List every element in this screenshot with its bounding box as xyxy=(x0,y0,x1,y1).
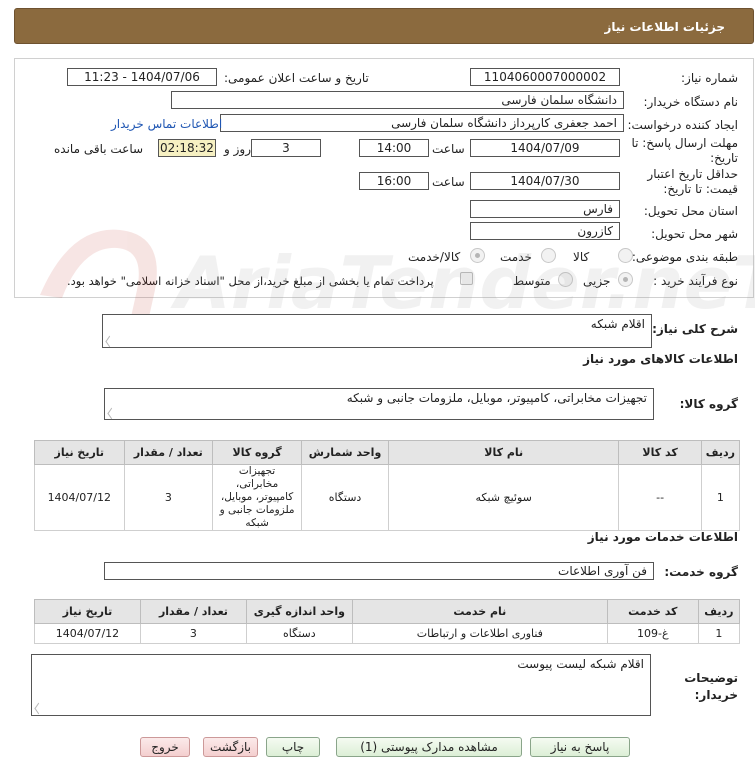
goods-col-qty: تعداد / مقدار xyxy=(123,440,214,465)
goods-cell-name: سوئیچ شبکه xyxy=(388,464,620,531)
goods-cell-date: 1404/07/12 xyxy=(34,464,125,531)
services-cell-name: فناوری اطلاعات و ارتباطات xyxy=(351,623,608,644)
process-radio-minor[interactable] xyxy=(618,272,633,287)
print-button[interactable]: چاپ xyxy=(266,737,320,757)
goods-col-code: کد کالا xyxy=(618,440,702,465)
buyer-org-field: دانشگاه سلمان فارسی xyxy=(171,91,624,109)
page-header: جزئیات اطلاعات نیاز xyxy=(14,8,754,44)
goods-col-row: ردیف xyxy=(700,440,741,465)
process-radio-medium[interactable] xyxy=(558,272,573,287)
goods-col-unit: واحد شمارش xyxy=(301,440,390,465)
category-radio-service[interactable] xyxy=(541,248,556,263)
category-option-goods-service: کالا/خدمت xyxy=(408,250,461,264)
goods-cell-group: تجهیزات مخابراتی، کامپیوتر، موبایل، ملزو… xyxy=(212,464,303,531)
category-label: طبقه بندی موضوعی: xyxy=(631,250,738,264)
announce-datetime-label: تاریخ و ساعت اعلان عمومی: xyxy=(224,71,369,85)
category-radio-goods-service[interactable] xyxy=(470,248,485,263)
process-option-medium: متوسط xyxy=(513,274,551,288)
goods-table-header: ردیف کد کالا نام کالا واحد شمارش گروه کا… xyxy=(34,440,741,465)
view-attachments-button[interactable]: مشاهده مدارک پیوستی (1) xyxy=(336,737,522,757)
remaining-time-label: ساعت باقی مانده xyxy=(54,142,144,156)
deadline-date-field: 1404/07/09 xyxy=(470,139,620,157)
province-label: استان محل تحویل: xyxy=(643,204,738,218)
goods-group-field: تجهیزات مخابراتی، کامپیوتر، موبایل، ملزو… xyxy=(104,388,654,420)
services-cell-code: غ-109 xyxy=(606,623,699,644)
services-cell-row: 1 xyxy=(697,623,741,644)
goods-cell-unit: دستگاه xyxy=(301,464,390,531)
services-group-label: گروه خدمت: xyxy=(664,565,738,579)
services-col-date: تاریخ نیاز xyxy=(34,599,141,624)
goods-col-name: نام کالا xyxy=(388,440,620,465)
city-label: شهر محل تحویل: xyxy=(651,227,738,241)
services-col-name: نام خدمت xyxy=(351,599,608,624)
services-col-unit: واحد اندازه گیری xyxy=(245,599,353,624)
requester-field: احمد جعفری کارپرداز دانشگاه سلمان فارسی xyxy=(220,114,624,132)
process-option-minor: جزیی xyxy=(583,274,611,288)
goods-col-group: گروه کالا xyxy=(212,440,303,465)
validity-label-line1: حداقل تاریخ اعتبار xyxy=(647,167,738,181)
services-section-title: اطلاعات خدمات مورد نیاز xyxy=(587,530,738,544)
goods-group-text: تجهیزات مخابراتی، کامپیوتر، موبایل، ملزو… xyxy=(346,391,647,405)
goods-table: ردیف کد کالا نام کالا واحد شمارش گروه کا… xyxy=(34,440,741,531)
goods-cell-row: 1 xyxy=(700,464,741,531)
exit-button[interactable]: خروج xyxy=(140,737,190,757)
reply-button[interactable]: پاسخ به نیاز xyxy=(530,737,630,757)
validity-time-label: ساعت xyxy=(432,175,465,189)
validity-date-field: 1404/07/30 xyxy=(470,172,620,190)
goods-cell-code: -- xyxy=(618,464,702,531)
summary-field: اقلام شبکه xyxy=(102,314,652,348)
buyer-notes-field: اقلام شبکه لیست پیوست xyxy=(31,654,651,716)
goods-section-title: اطلاعات کالاهای مورد نیاز xyxy=(583,352,738,366)
requester-label: ایجاد کننده درخواست: xyxy=(627,118,738,132)
table-row[interactable]: 1 غ-109 فناوری اطلاعات و ارتباطات دستگاه… xyxy=(34,623,741,644)
services-table-header: ردیف کد خدمت نام خدمت واحد اندازه گیری ت… xyxy=(34,599,741,624)
need-number-field: 1104060007000002 xyxy=(470,68,620,86)
goods-cell-qty: 3 xyxy=(123,464,214,531)
back-button[interactable]: بازگشت xyxy=(203,737,258,757)
remaining-time-field: 02:18:32 xyxy=(158,139,216,157)
summary-text: اقلام شبکه xyxy=(590,317,645,331)
table-row[interactable]: 1 -- سوئیچ شبکه دستگاه تجهیزات مخابراتی،… xyxy=(34,464,741,531)
validity-time-field: 16:00 xyxy=(359,172,429,190)
city-field: کازرون xyxy=(470,222,620,240)
page-title: جزئیات اطلاعات نیاز xyxy=(604,20,725,34)
process-label: نوع فرآیند خرید : xyxy=(653,274,738,288)
services-col-qty: تعداد / مقدار xyxy=(139,599,247,624)
deadline-label-line2: تاریخ: xyxy=(710,151,738,165)
services-col-row: ردیف xyxy=(697,599,741,624)
services-cell-unit: دستگاه xyxy=(245,623,353,644)
deadline-time-label: ساعت xyxy=(432,142,465,156)
treasury-payment-note: پرداخت تمام یا بخشی از مبلغ خرید،از محل … xyxy=(67,274,434,288)
services-cell-qty: 3 xyxy=(139,623,247,644)
deadline-label-line1: مهلت ارسال پاسخ: تا xyxy=(631,136,738,150)
need-number-label: شماره نیاز: xyxy=(681,71,738,85)
deadline-days-field: 3 xyxy=(251,139,321,157)
deadline-time-field: 14:00 xyxy=(359,139,429,157)
buyer-notes-text: اقلام شبکه لیست پیوست xyxy=(517,657,644,671)
validity-label-line2: قیمت: تا تاریخ: xyxy=(663,182,738,196)
category-option-goods: کالا xyxy=(573,250,590,264)
buyer-notes-label-line1: توضیحات xyxy=(684,671,738,685)
goods-group-label: گروه کالا: xyxy=(679,397,738,411)
buyer-org-label: نام دستگاه خریدار: xyxy=(643,95,739,109)
province-field: فارس xyxy=(470,200,620,218)
services-cell-date: 1404/07/12 xyxy=(34,623,141,644)
buyer-notes-label-line2: خریدار: xyxy=(694,688,738,702)
deadline-days-label: روز و xyxy=(224,142,251,156)
services-col-code: کد خدمت xyxy=(606,599,699,624)
summary-label: شرح کلی نیاز: xyxy=(652,322,738,336)
services-table: ردیف کد خدمت نام خدمت واحد اندازه گیری ت… xyxy=(34,599,741,644)
category-option-service: خدمت xyxy=(500,250,532,264)
treasury-payment-checkbox[interactable] xyxy=(460,272,473,285)
services-group-field: فن آوری اطلاعات xyxy=(104,562,654,580)
buyer-contact-link[interactable]: اطلاعات تماس خریدار xyxy=(111,117,222,131)
category-radio-goods[interactable] xyxy=(618,248,633,263)
announce-datetime-field: 1404/07/06 - 11:23 xyxy=(67,68,217,86)
goods-col-date: تاریخ نیاز xyxy=(34,440,125,465)
